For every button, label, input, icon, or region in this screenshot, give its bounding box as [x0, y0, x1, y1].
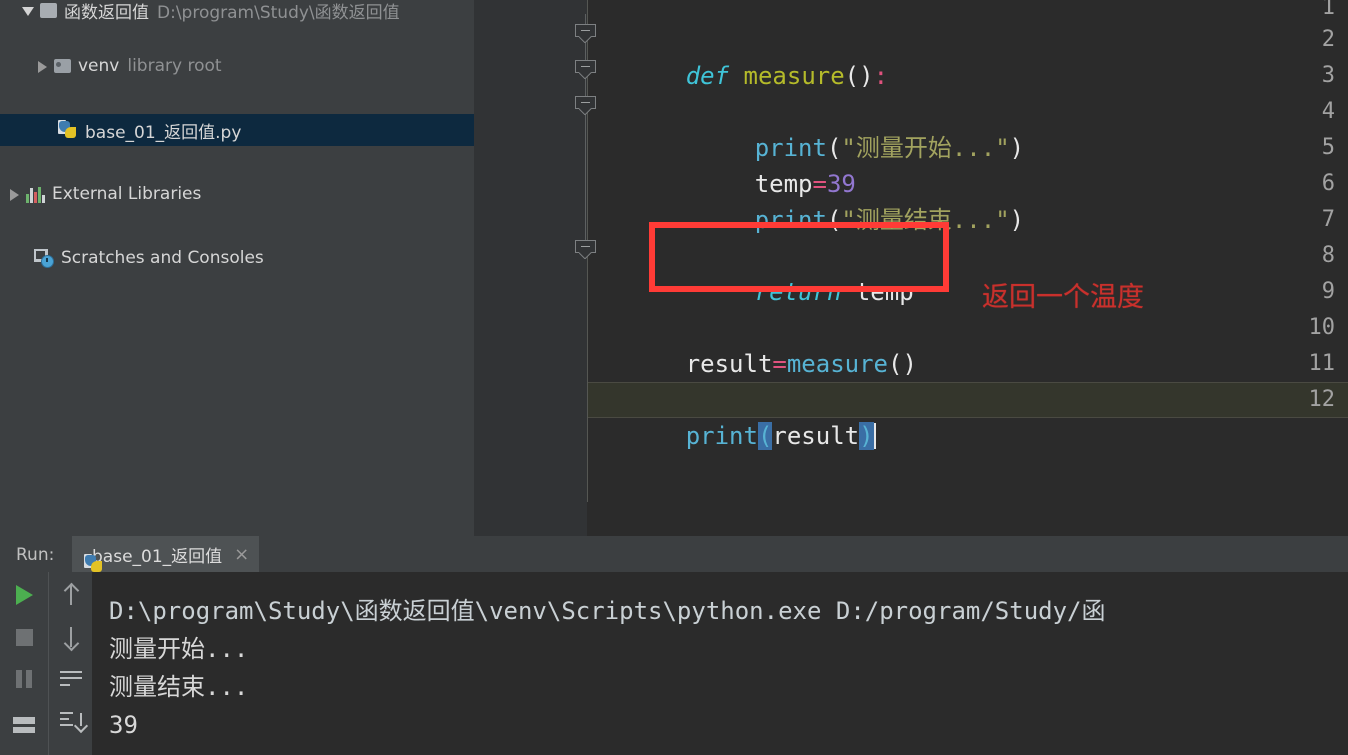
- play-icon: [15, 585, 33, 605]
- token-paren-open: (: [844, 62, 860, 90]
- arrow-up-icon: [63, 585, 79, 605]
- annotation-highlight-box: [649, 222, 949, 292]
- line-number: 5: [1321, 135, 1335, 160]
- soft-wrap-button[interactable]: [49, 658, 93, 700]
- console-line: 测量开始...: [109, 635, 249, 663]
- code-editor[interactable]: 1 2 3 4 5 6 7 8 9 10 11 12 def measure()…: [474, 0, 1348, 536]
- scroll-to-end-icon: [60, 712, 82, 730]
- code-line-4[interactable]: print("测量开始..."): [668, 94, 1024, 162]
- token-string-start: "测量开始...": [841, 134, 1010, 162]
- prev-occurrence-button[interactable]: [49, 574, 93, 616]
- sidebar-item-label: 函数返回值: [64, 2, 149, 23]
- scroll-to-end-button[interactable]: [49, 700, 93, 742]
- sidebar-item-base01-file[interactable]: base_01_返回值.py: [0, 114, 474, 146]
- console-output[interactable]: D:\program\Study\函数返回值\venv\Scripts\pyth…: [92, 572, 1348, 755]
- ide-window: 函数返回值 D:\program\Study\函数返回值 venv librar…: [0, 0, 1348, 755]
- stop-icon: [15, 628, 33, 646]
- line-number: 9: [1321, 279, 1335, 304]
- run-panel-label: Run:: [16, 545, 55, 565]
- token-print-call: print: [685, 422, 758, 450]
- sidebar-item-external-libraries[interactable]: External Libraries: [0, 178, 474, 210]
- token-assign: =: [772, 350, 787, 378]
- pause-icon: [15, 670, 33, 688]
- console-line: 39: [109, 711, 138, 739]
- run-tab-base01[interactable]: base_01_返回值 ×: [72, 536, 260, 572]
- line-number: 3: [1321, 63, 1335, 88]
- folder-icon: [40, 2, 57, 18]
- sidebar-item-venv[interactable]: venv library root: [0, 50, 474, 82]
- chevron-down-icon[interactable]: [22, 4, 35, 17]
- code-line-2[interactable]: def measure():: [599, 22, 888, 90]
- code-line-6[interactable]: print("测量结束..."): [668, 166, 1024, 234]
- rerun-button[interactable]: [0, 574, 48, 616]
- print-button[interactable]: [0, 704, 48, 746]
- code-line-5[interactable]: temp=39: [668, 130, 856, 198]
- run-tab-bar: Run: base_01_返回值 ×: [0, 536, 1348, 572]
- chevron-right-icon[interactable]: [36, 60, 49, 73]
- token-var-result: result: [685, 350, 773, 378]
- close-icon[interactable]: ×: [234, 544, 249, 565]
- external-libraries-icon: [26, 186, 45, 203]
- sidebar-item-scratches-and-consoles[interactable]: Scratches and Consoles: [0, 242, 474, 274]
- sidebar-item-label: Scratches and Consoles: [61, 248, 264, 268]
- sidebar-item-label: base_01_返回值.py: [85, 122, 242, 143]
- line-number: 12: [1308, 387, 1336, 412]
- line-number: 11: [1308, 351, 1336, 376]
- next-occurrence-button[interactable]: [49, 616, 93, 658]
- soft-wrap-icon: [60, 670, 82, 688]
- editor-gutter[interactable]: [474, 0, 587, 536]
- token-paren-close: ): [1009, 206, 1025, 234]
- run-tool-window[interactable]: Run: base_01_返回值 × D:\program\Study\函数返回…: [0, 536, 1348, 755]
- fold-marker-icon[interactable]: [575, 60, 597, 78]
- code-line-12[interactable]: print(result): [599, 382, 876, 450]
- stop-button[interactable]: [0, 616, 48, 658]
- text-caret: [873, 423, 876, 449]
- console-line: 测量结束...: [109, 673, 249, 701]
- sidebar-item-path: D:\program\Study\函数返回值: [157, 2, 400, 23]
- run-toolbar-right[interactable]: [48, 572, 93, 755]
- fold-marker-icon[interactable]: [575, 96, 597, 114]
- folder-icon: [54, 59, 71, 73]
- scratches-icon: [34, 249, 54, 268]
- fold-marker-icon[interactable]: [575, 240, 597, 258]
- token-bracket-highlight-close: ): [859, 422, 874, 450]
- console-line: D:\program\Study\函数返回值\venv\Scripts\pyth…: [109, 597, 1106, 625]
- fold-marker-icon[interactable]: [575, 24, 597, 42]
- arrow-down-icon: [63, 627, 79, 647]
- line-number: 6: [1321, 171, 1335, 196]
- token-var-result: result: [772, 422, 860, 450]
- token-keyword-def: def: [685, 62, 730, 90]
- token-bracket-highlight-open: (: [757, 422, 773, 450]
- token-function-name: measure: [743, 62, 845, 90]
- sidebar-item-detail: library root: [127, 56, 222, 76]
- annotation-text: 返回一个温度: [982, 282, 1144, 313]
- line-number: 7: [1321, 207, 1335, 232]
- chevron-right-icon[interactable]: [8, 188, 21, 201]
- token-paren-close: ): [859, 62, 874, 90]
- token-colon: :: [873, 62, 889, 90]
- line-number: 10: [1308, 315, 1336, 340]
- python-file-icon: [58, 120, 78, 140]
- pause-button[interactable]: [0, 658, 48, 700]
- token-measure-call: measure: [786, 350, 889, 378]
- console-icon: [13, 717, 35, 733]
- sidebar-item-label: External Libraries: [52, 184, 202, 204]
- fold-region-line: [585, 14, 586, 258]
- code-line-10[interactable]: result=measure(): [599, 310, 917, 378]
- run-tab-label: base_01_返回值: [92, 546, 223, 567]
- line-number: 8: [1321, 243, 1335, 268]
- sidebar-item-project-root[interactable]: 函数返回值 D:\program\Study\函数返回值: [0, 0, 474, 26]
- line-number: 2: [1321, 27, 1335, 52]
- project-tool-window[interactable]: 函数返回值 D:\program\Study\函数返回值 venv librar…: [0, 0, 474, 536]
- sidebar-item-label: venv: [78, 56, 120, 76]
- run-toolbar-left[interactable]: [0, 572, 48, 755]
- token-paren-close: ): [1009, 134, 1025, 162]
- token-paren-close: ): [902, 350, 917, 378]
- line-number: 4: [1321, 99, 1335, 124]
- token-paren-open: (: [888, 350, 903, 378]
